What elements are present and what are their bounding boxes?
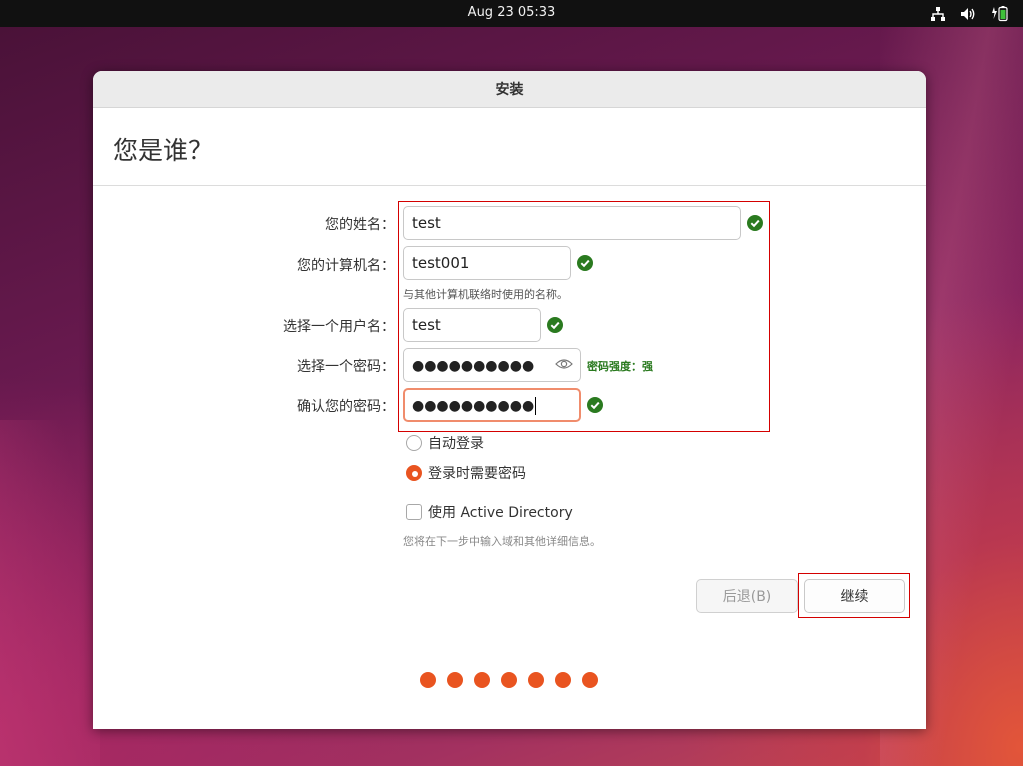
progress-dot	[555, 672, 571, 688]
valid-check-icon	[587, 397, 603, 413]
text-caret	[535, 396, 537, 415]
name-input[interactable]: test	[403, 206, 741, 240]
wallpaper-streak	[0, 420, 100, 766]
valid-check-icon	[747, 215, 763, 231]
password-label: 选择一个密码：	[297, 359, 395, 375]
password-strength-label: 密码强度：强	[587, 360, 653, 373]
valid-check-icon	[547, 317, 563, 333]
confirm-password-dots: ●●●●●●●●●●	[412, 398, 535, 414]
progress-dot	[528, 672, 544, 688]
show-password-eye-icon[interactable]	[555, 357, 573, 371]
computer-name-hint: 与其他计算机联络时使用的名称。	[403, 288, 568, 301]
radio-button-off[interactable]	[406, 435, 422, 451]
require-password-label: 登录时需要密码	[428, 466, 526, 482]
installer-window: 安装 您是谁？ 您的姓名： test 您的计算机名： test001 与其他计算…	[93, 71, 926, 729]
top-bar: Aug 23 05:33	[0, 0, 1023, 27]
confirm-password-input[interactable]: ●●●●●●●●●●	[403, 388, 581, 422]
progress-dot	[447, 672, 463, 688]
auto-login-radio[interactable]: 自动登录	[406, 433, 484, 453]
progress-dot	[501, 672, 517, 688]
active-directory-checkbox[interactable]: 使用 Active Directory	[406, 502, 573, 522]
progress-dot	[474, 672, 490, 688]
continue-button[interactable]: 继续	[804, 579, 905, 613]
radio-button-on[interactable]	[406, 465, 422, 481]
username-label: 选择一个用户名：	[283, 319, 395, 335]
computer-name-input[interactable]: test001	[403, 246, 571, 280]
system-tray[interactable]	[930, 5, 1009, 22]
progress-dot	[582, 672, 598, 688]
require-password-radio[interactable]: 登录时需要密码	[406, 463, 526, 483]
battery-icon[interactable]	[991, 5, 1009, 22]
confirm-password-label: 确认您的密码：	[297, 399, 395, 415]
volume-icon[interactable]	[960, 6, 977, 22]
clock[interactable]: Aug 23 05:33	[0, 5, 1023, 20]
password-dots: ●●●●●●●●●●	[412, 358, 535, 374]
back-button[interactable]: 后退(B)	[696, 579, 798, 613]
active-directory-label: 使用 Active Directory	[428, 505, 573, 521]
page-title: 您是谁？	[113, 136, 214, 165]
window-title: 安装	[495, 82, 524, 98]
divider	[93, 185, 926, 186]
active-directory-hint: 您将在下一步中输入域和其他详细信息。	[403, 535, 601, 548]
checkbox[interactable]	[406, 504, 422, 520]
computer-name-label: 您的计算机名：	[297, 258, 395, 274]
progress-dot	[420, 672, 436, 688]
auto-login-label: 自动登录	[428, 436, 484, 452]
name-label: 您的姓名：	[325, 217, 395, 233]
username-input[interactable]: test	[403, 308, 541, 342]
network-icon[interactable]	[930, 6, 946, 22]
valid-check-icon	[577, 255, 593, 271]
window-titlebar[interactable]: 安装	[93, 71, 926, 108]
step-progress-indicator	[420, 672, 598, 688]
